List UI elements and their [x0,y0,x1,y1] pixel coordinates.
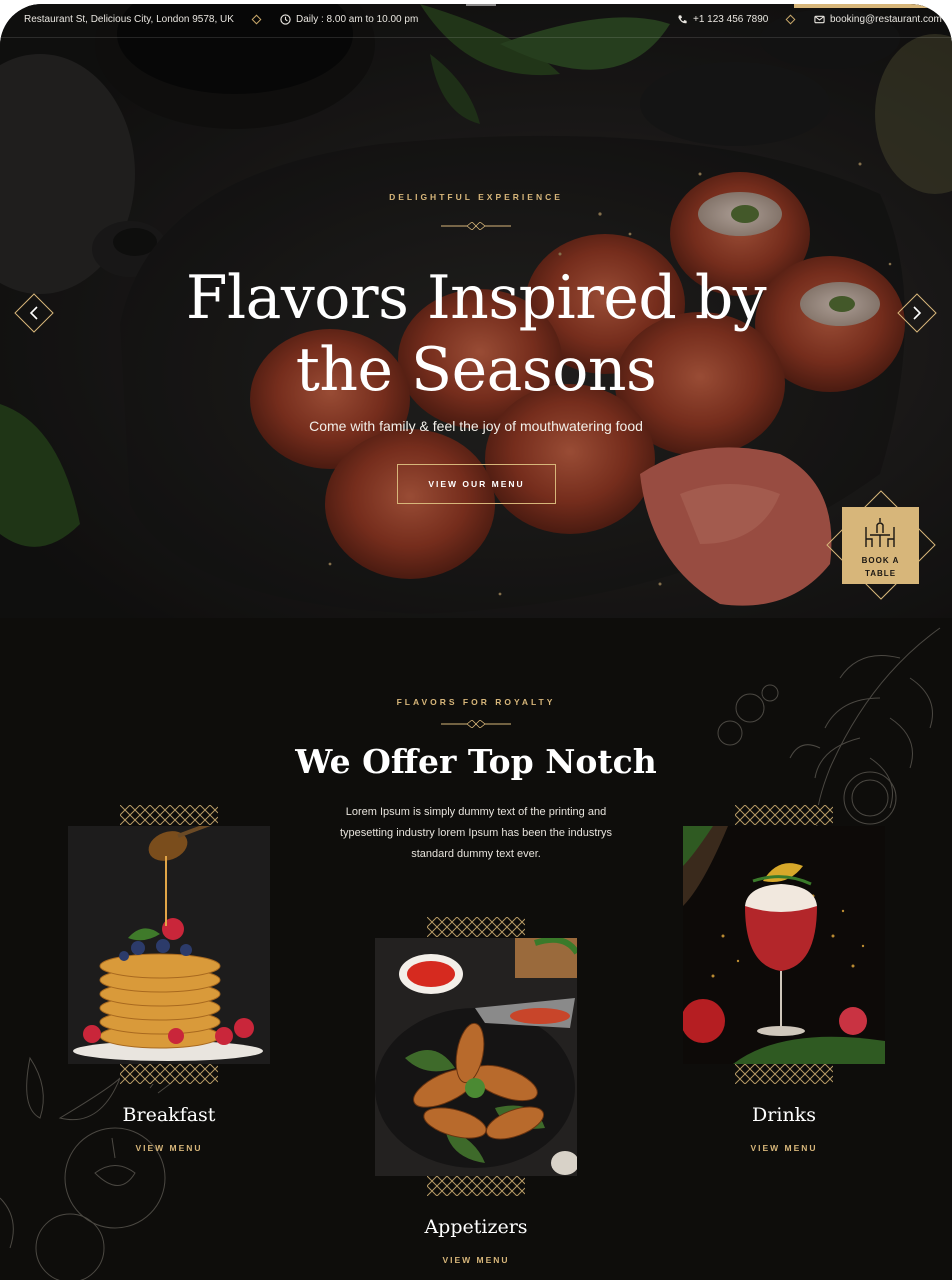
category-appetizers-title[interactable]: Appetizers [375,1216,577,1238]
phone-text: +1 123 456 7890 [693,14,769,25]
lattice-pattern-icon [120,805,218,825]
appetizers-view-menu-link[interactable]: VIEW MENU [375,1255,577,1265]
hero-eyebrow: DELIGHTFUL EXPERIENCE [389,192,563,202]
hero-title: Flavors Inspired by the Seasons [0,262,952,406]
dining-table-icon [865,518,895,547]
offer-section: FLAVORS FOR ROYALTY We Offer Top Notch L… [0,618,952,1280]
separator-diamond-icon [251,14,262,25]
lattice-pattern-icon [427,917,525,937]
hero-subtitle: Come with family & feel the joy of mouth… [309,418,643,434]
ornament-divider-icon [441,222,511,230]
hero-section: DELIGHTFUL EXPERIENCE Flavors Inspired b… [0,4,952,618]
clock-icon [280,14,291,25]
appetizers-image[interactable] [375,938,577,1176]
topbar-address: Restaurant St, Delicious City, London 95… [24,14,234,25]
top-info-bar: Restaurant St, Delicious City, London 95… [0,4,952,38]
drinks-view-menu-link[interactable]: VIEW MENU [683,1143,885,1153]
drinks-image[interactable] [683,826,885,1064]
lattice-pattern-icon [735,1064,833,1084]
separator-diamond-icon [785,14,796,25]
topbar-accent-strip [794,4,952,8]
offer-desc-line2: typesetting industry lorem Ipsum has bee… [339,827,613,839]
category-drinks-title[interactable]: Drinks [683,1104,885,1126]
email-text: booking@restaurant.com [830,14,942,25]
ornament-divider-icon [441,720,511,728]
lattice-pattern-icon [120,1064,218,1084]
slider-prev-arrow-icon[interactable] [14,293,54,333]
offer-title: We Offer Top Notch [295,742,657,781]
topbar-hours: Daily : 8.00 am to 10.00 pm [280,14,418,25]
book-a-table-button[interactable]: BOOK A TABLE [826,490,936,600]
book-table-card: BOOK A TABLE [842,507,919,584]
page-frame: DELIGHTFUL EXPERIENCE Flavors Inspired b… [0,4,952,1280]
topbar-indicator [466,4,496,6]
offer-eyebrow: FLAVORS FOR ROYALTY [396,697,556,707]
book-table-line1: BOOK A [861,556,900,565]
breakfast-image[interactable] [68,826,270,1064]
offer-desc-line3: standard dummy text ever. [411,848,541,860]
mail-icon [814,15,825,24]
address-text: Restaurant St, Delicious City, London 95… [24,14,234,25]
phone-icon [678,15,687,24]
lattice-pattern-icon [735,805,833,825]
hero-title-line2: the Seasons [295,335,657,405]
topbar-email[interactable]: booking@restaurant.com [814,14,942,25]
breakfast-view-menu-link[interactable]: VIEW MENU [68,1143,270,1153]
slider-next-arrow-icon[interactable] [897,293,937,333]
category-breakfast-title[interactable]: Breakfast [68,1104,270,1126]
hours-text: Daily : 8.00 am to 10.00 pm [296,14,419,25]
offer-desc-line1: Lorem Ipsum is simply dummy text of the … [345,806,607,818]
topbar-phone[interactable]: +1 123 456 7890 [677,14,768,25]
view-our-menu-button[interactable]: VIEW OUR MENU [397,464,556,504]
offer-description: Lorem Ipsum is simply dummy text of the … [326,802,626,865]
book-table-line2: TABLE [864,569,897,578]
hero-title-line1: Flavors Inspired by [185,263,767,333]
lattice-pattern-icon [427,1176,525,1196]
